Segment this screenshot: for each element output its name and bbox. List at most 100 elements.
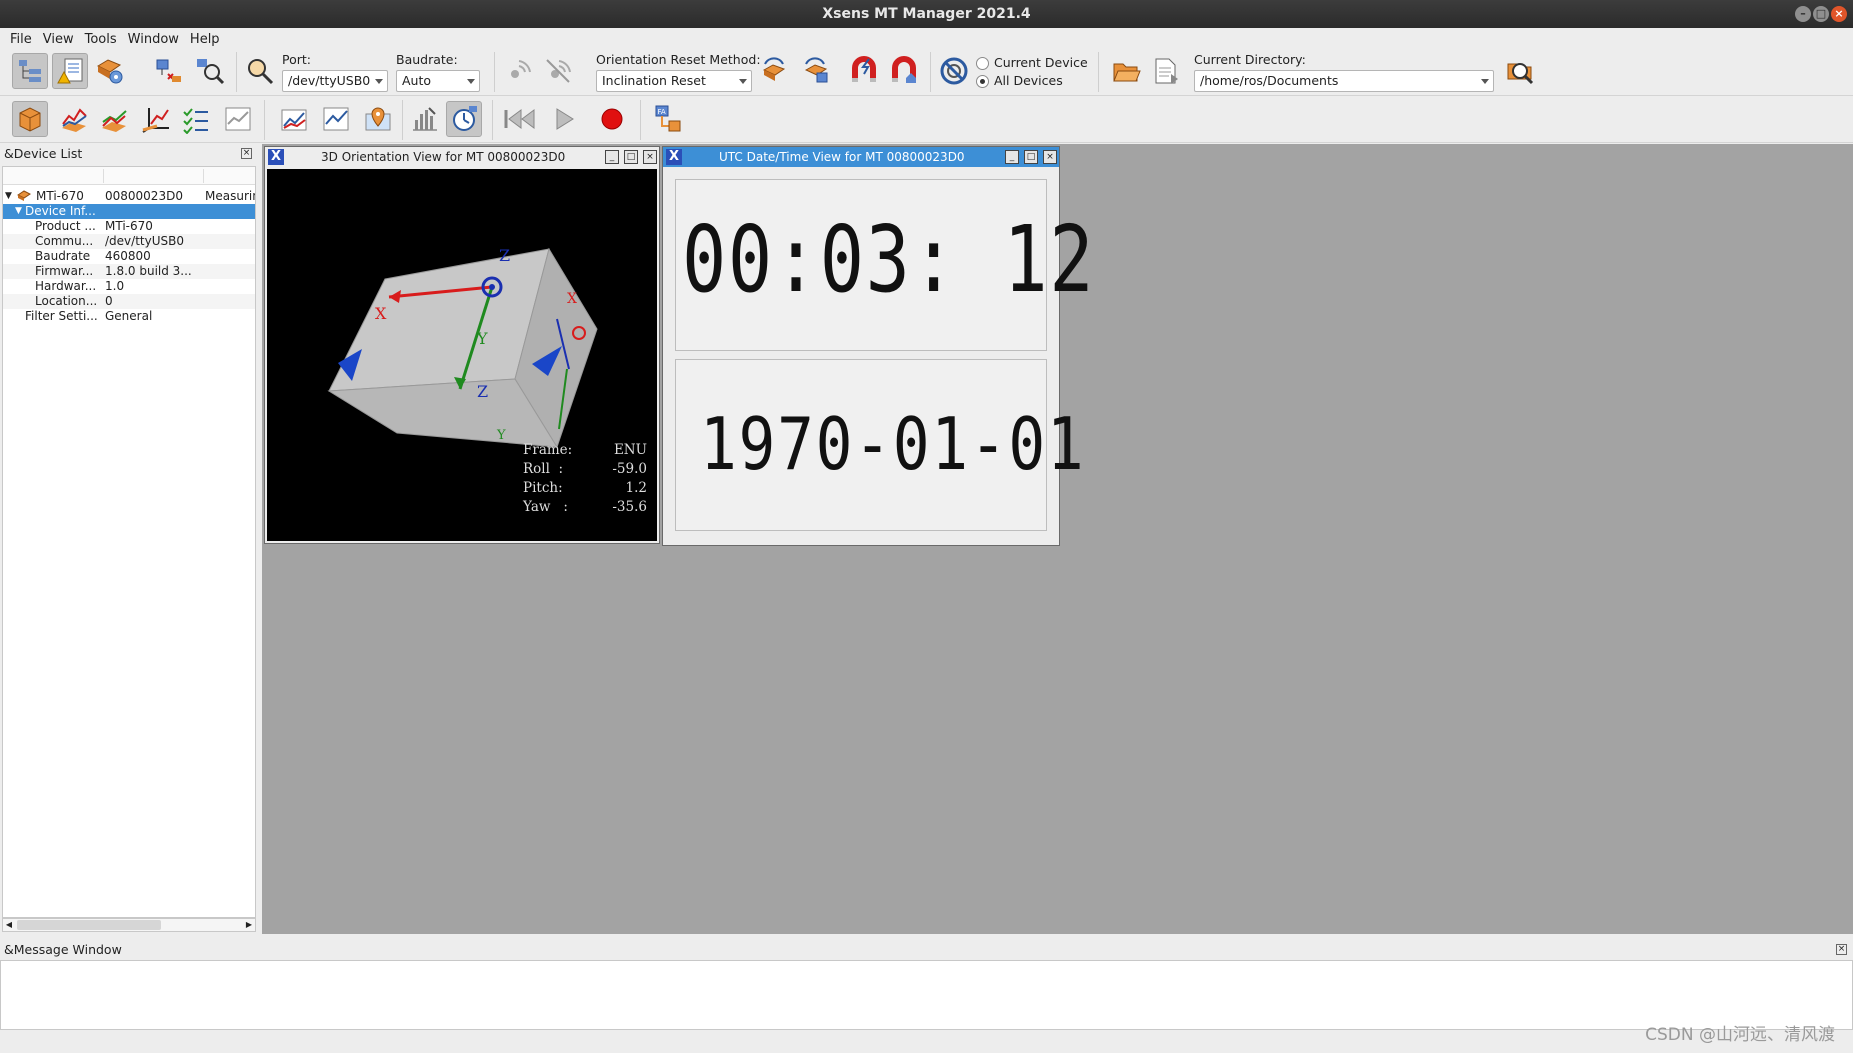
- menu-view[interactable]: View: [43, 32, 74, 47]
- orientation-view-button[interactable]: [12, 101, 48, 137]
- store-rotate-icon: [804, 57, 828, 83]
- wireless-off-icon: [546, 59, 571, 83]
- menu-tools[interactable]: Tools: [85, 32, 117, 47]
- orientation-reset-select[interactable]: Inclination Reset: [596, 70, 752, 92]
- status-view-button[interactable]: [178, 101, 214, 137]
- minimize-button[interactable]: –: [1795, 6, 1811, 22]
- tree-row[interactable]: Firmwar... 1.8.0 build 3...: [3, 264, 255, 279]
- collapse-arrow-icon[interactable]: ▼: [15, 204, 22, 219]
- svg-text:FA: FA: [658, 108, 666, 116]
- no-rotation-button[interactable]: [936, 53, 972, 89]
- scan-search-icon: [197, 59, 225, 85]
- chart-line-icon: [102, 110, 127, 132]
- utc-view-window[interactable]: X UTC Date/Time View for MT 00800023D0 _…: [662, 146, 1094, 546]
- chevron-down-icon: [1481, 79, 1489, 84]
- xsens-logo-icon: X: [666, 149, 682, 165]
- tree-row-device-info[interactable]: ▼ Device Inf...: [3, 204, 255, 219]
- close-panel-icon[interactable]: ×: [241, 148, 252, 159]
- axes-view-button[interactable]: [138, 101, 174, 137]
- orientation-cube-icon: X Z Y Z X Y: [327, 246, 598, 449]
- menu-help[interactable]: Help: [190, 32, 220, 47]
- date-display: 1970-01-01: [675, 359, 1084, 531]
- statistics-view-button[interactable]: [406, 101, 442, 137]
- message-window-panel: &Message Window ×: [0, 940, 1853, 1030]
- current-directory-select[interactable]: /home/ros/Documents: [1194, 70, 1494, 92]
- record-button[interactable]: [594, 101, 630, 137]
- orientation-view-titlebar[interactable]: X 3D Orientation View for MT 00800023D0 …: [265, 147, 659, 167]
- flat-chart-icon: [225, 107, 251, 131]
- frame-value: ENU: [613, 442, 647, 458]
- play-button[interactable]: [546, 101, 582, 137]
- menu-window[interactable]: Window: [128, 32, 179, 47]
- wireless-connect-button[interactable]: [500, 53, 536, 89]
- device-list-toggle-button[interactable]: [12, 53, 48, 89]
- orientation-view-window[interactable]: X 3D Orientation View for MT 00800023D0 …: [264, 146, 660, 544]
- reset-orientation-button[interactable]: [756, 53, 792, 89]
- tree-row[interactable]: Hardwar... 1.0: [3, 279, 255, 294]
- current-directory-label: Current Directory:: [1194, 52, 1306, 67]
- subwindow-maximize-button[interactable]: □: [1024, 150, 1038, 164]
- message-log[interactable]: [0, 960, 1853, 1030]
- orientation-3d-canvas[interactable]: X Z Y Z X Y Frame: ENU Roll : -59.0 Pitc…: [267, 169, 657, 541]
- frame-label: Frame:: [523, 442, 573, 458]
- velocity-view-button[interactable]: [276, 101, 312, 137]
- fa-sync-button[interactable]: FA: [650, 101, 686, 137]
- current-device-label: Current Device: [994, 55, 1088, 70]
- device-settings-button[interactable]: [92, 53, 128, 89]
- message-window-toggle-button[interactable]: [52, 53, 88, 89]
- wireless-disconnect-button[interactable]: [540, 53, 576, 89]
- menu-bar: File View Tools Window Help: [0, 28, 1853, 50]
- current-device-radio[interactable]: [976, 57, 989, 70]
- close-button[interactable]: ×: [1831, 6, 1847, 22]
- map-pin-icon: [365, 107, 391, 131]
- collapse-arrow-icon[interactable]: ▼: [5, 189, 12, 204]
- close-panel-icon[interactable]: ×: [1836, 944, 1847, 955]
- fa-sync-icon: FA: [655, 105, 681, 132]
- tree-row[interactable]: Baudrate 460800: [3, 249, 255, 264]
- menu-file[interactable]: File: [10, 32, 32, 47]
- utc-time-view-button[interactable]: [446, 101, 482, 137]
- subwindow-minimize-button[interactable]: _: [1005, 150, 1019, 164]
- device-gear-icon: [96, 59, 123, 84]
- tree-row-device[interactable]: ▼ MTi-670 00800023D0 Measurin: [3, 189, 255, 204]
- scroll-left-icon[interactable]: ◀: [3, 919, 15, 931]
- port-select[interactable]: /dev/ttyUSB0: [282, 70, 388, 92]
- tree-row[interactable]: Filter Setti... General: [3, 309, 255, 324]
- browse-directory-button[interactable]: [1502, 53, 1538, 89]
- yaw-label: Yaw :: [523, 499, 568, 515]
- subwindow-close-button[interactable]: ×: [1043, 150, 1057, 164]
- subwindow-minimize-button[interactable]: _: [605, 150, 619, 164]
- scan-devices-button[interactable]: [192, 53, 228, 89]
- baudrate-select[interactable]: Auto: [396, 70, 480, 92]
- store-orientation-button[interactable]: [798, 53, 834, 89]
- orientation-data-button[interactable]: [96, 101, 132, 137]
- magnetic-calibration-button[interactable]: [846, 53, 882, 89]
- scrollbar-thumb[interactable]: [17, 920, 161, 930]
- inertial-data-button[interactable]: [56, 101, 92, 137]
- rewind-button[interactable]: [502, 101, 538, 137]
- tree-cell: MTi-670: [36, 189, 84, 203]
- tree-header: [3, 167, 255, 185]
- tree-row[interactable]: Location... 0: [3, 294, 255, 309]
- export-file-button[interactable]: [1148, 53, 1184, 89]
- gnss-view-button[interactable]: [220, 101, 256, 137]
- all-devices-radio[interactable]: [976, 75, 989, 88]
- map-view-button[interactable]: [360, 101, 396, 137]
- device-list-title: &Device List: [4, 146, 83, 161]
- subwindow-maximize-button[interactable]: □: [624, 150, 638, 164]
- disconnect-device-button[interactable]: [150, 53, 186, 89]
- device-tree[interactable]: ▼ MTi-670 00800023D0 Measurin ▼ Device I…: [2, 166, 256, 918]
- search-port-button[interactable]: [242, 53, 278, 89]
- maximize-button[interactable]: □: [1813, 6, 1829, 22]
- subwindow-close-button[interactable]: ×: [643, 150, 657, 164]
- magnetic-field-mapper-button[interactable]: [886, 53, 922, 89]
- open-file-button[interactable]: [1108, 53, 1144, 89]
- tree-row[interactable]: Product ... MTi-670: [3, 219, 255, 234]
- utc-view-titlebar[interactable]: X UTC Date/Time View for MT 00800023D0 _…: [663, 147, 1059, 167]
- horizontal-scrollbar[interactable]: ◀ ▶: [2, 918, 256, 932]
- magnifier-icon: [248, 59, 274, 85]
- position-view-button[interactable]: [318, 101, 354, 137]
- scroll-right-icon[interactable]: ▶: [243, 919, 255, 931]
- tree-row[interactable]: Commu... /dev/ttyUSB0: [3, 234, 255, 249]
- tree-cell: Hardwar...: [35, 279, 97, 293]
